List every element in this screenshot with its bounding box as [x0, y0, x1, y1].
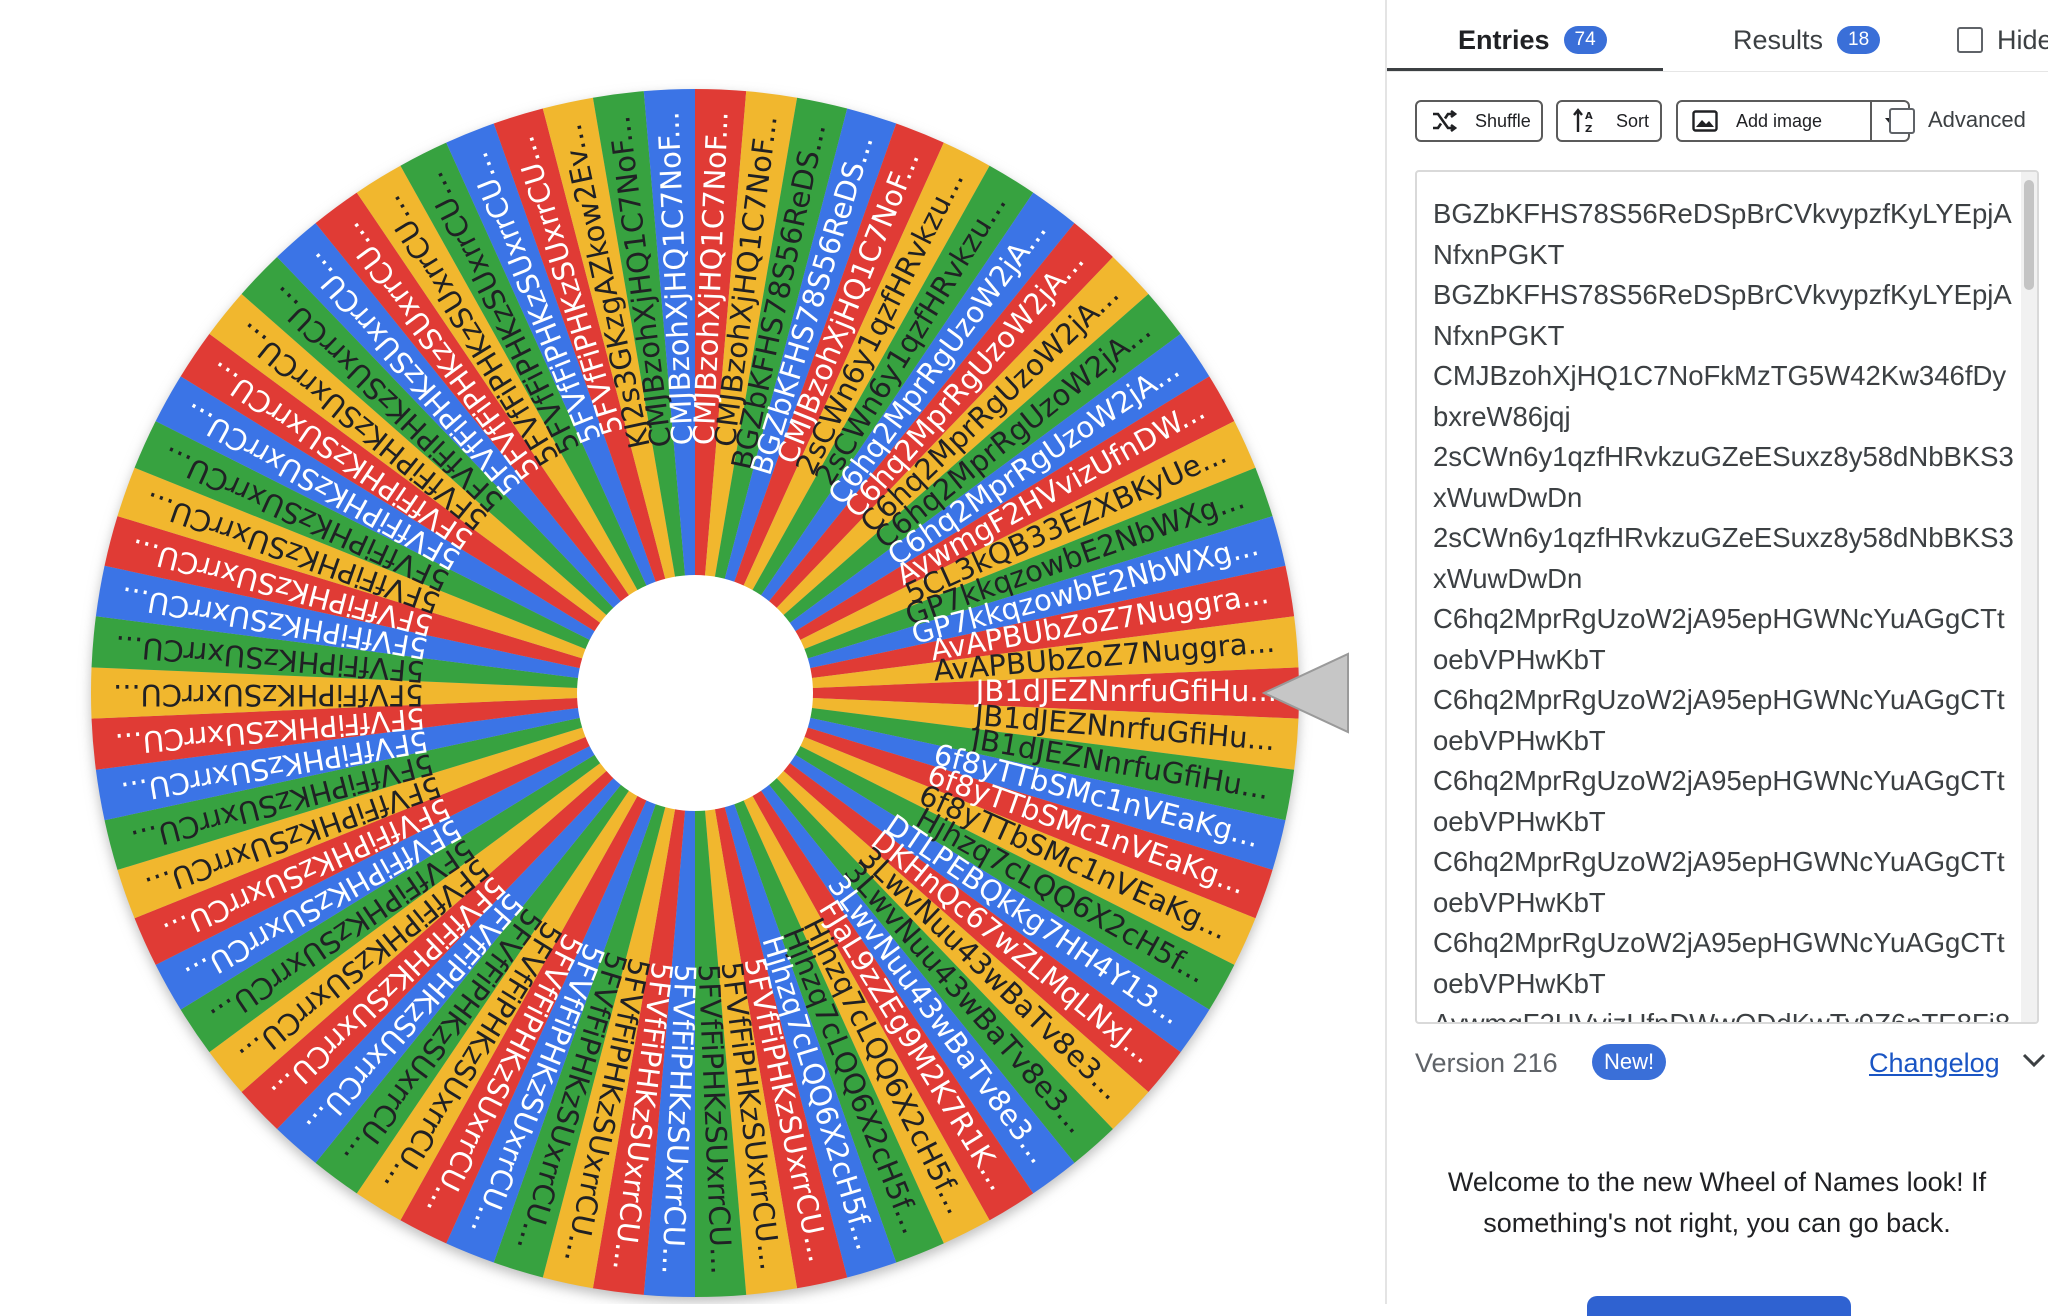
wheel-center-hole[interactable] [577, 575, 813, 811]
add-image-label: Add image [1736, 110, 1823, 131]
sort-label: Sort [1616, 110, 1650, 131]
sidebar: Entries 74 Results 18 Hide Shuffle A Z S… [1385, 0, 2048, 1316]
welcome-message: Welcome to the new Wheel of Names look! … [1447, 1167, 1987, 1238]
hide-checkbox[interactable] [1957, 27, 1983, 53]
entries-list: BGZbKFHS78S56ReDSpBrCVkvypzfKyLYEpjA Nfxn… [1433, 194, 2014, 1024]
chevron-down-icon[interactable] [2021, 1050, 2047, 1070]
name-wheel[interactable]: JB1dJEZNnrfuGfiHu...JB1dJEZNnrfuGfiHu...… [0, 0, 1385, 1304]
entry-line: AywmgF2HVvizUfnDWwQDdKwTy9Z6nTE8Fi8 [1433, 1008, 2011, 1024]
hide-label: Hide [1997, 24, 2048, 55]
entries-scrollbar[interactable] [2021, 172, 2037, 1022]
image-icon [1692, 110, 1718, 132]
entry-line: oebVPHwKbT [1433, 724, 1606, 756]
tab-bar: Entries 74 Results 18 Hide [1387, 0, 2048, 74]
add-image-button[interactable]: Add image [1676, 100, 1872, 142]
version-text: Version 216 [1415, 1048, 1558, 1078]
entry-line: oebVPHwKbT [1433, 886, 1606, 918]
entry-line: xWuwDwDn [1433, 562, 1583, 594]
tab-entries-label: Entries [1458, 24, 1550, 55]
entry-line: C6hq2MprRgUzoW2jA95epHGWNcYuAGgCTt [1433, 684, 2005, 715]
entry-line: NfxnPGKT [1433, 238, 1565, 270]
sort-icon: A Z [1573, 108, 1593, 134]
entries-count-badge: 74 [1563, 26, 1607, 54]
entry-line: bxreW86jqj [1433, 400, 1571, 432]
entry-line: xWuwDwDn [1433, 481, 1583, 513]
sort-button[interactable]: A Z Sort [1556, 100, 1662, 142]
wheel-pointer-icon [1262, 652, 1349, 734]
entries-textarea[interactable]: BGZbKFHS78S56ReDSpBrCVkvypzfKyLYEpjA Nfxn… [1415, 170, 2039, 1024]
entry-line: oebVPHwKbT [1433, 805, 1606, 837]
shuffle-label: Shuffle [1475, 110, 1531, 131]
entry-line: C6hq2MprRgUzoW2jA95epHGWNcYuAGgCTt [1433, 765, 2005, 796]
entry-line: C6hq2MprRgUzoW2jA95epHGWNcYuAGgCTt [1433, 927, 2005, 958]
changelog-link[interactable]: Changelog [1869, 1048, 2000, 1079]
svg-text:Z: Z [1585, 124, 1592, 134]
tab-divider [1387, 71, 2048, 72]
advanced-checkbox[interactable] [1889, 108, 1915, 134]
version-row: Version 216 New! Changelog [1415, 1040, 2046, 1084]
advanced-label: Advanced [1928, 107, 2026, 132]
entry-line: BGZbKFHS78S56ReDSpBrCVkvypzfKyLYEpjA [1433, 279, 2012, 310]
hide-toggle[interactable]: Hide [1957, 20, 2048, 60]
scrollbar-thumb[interactable] [2024, 180, 2034, 290]
entry-line: C6hq2MprRgUzoW2jA95epHGWNcYuAGgCTt [1433, 846, 2005, 877]
entry-line: 2sCWn6y1qzfHRvkzuGZeESuxz8y58dNbBKS3 [1433, 441, 2014, 472]
entry-line: CMJBzohXjHQ1C7NoFkMzTG5W42Kw346fDy [1433, 360, 2007, 391]
tab-results[interactable]: Results 18 [1733, 20, 1881, 60]
entry-line: C6hq2MprRgUzoW2jA95epHGWNcYuAGgCTt [1433, 603, 2005, 634]
tab-entries[interactable]: Entries 74 [1458, 20, 1607, 60]
svg-text:A: A [1585, 111, 1593, 122]
entry-line: oebVPHwKbT [1433, 643, 1606, 675]
shuffle-button[interactable]: Shuffle [1415, 100, 1543, 142]
entry-line: NfxnPGKT [1433, 319, 1565, 351]
new-badge: New! [1592, 1044, 1667, 1080]
results-count-badge: 18 [1837, 26, 1881, 54]
entry-line: BGZbKFHS78S56ReDSpBrCVkvypzfKyLYEpjA [1433, 198, 2012, 229]
go-back-button[interactable] [1587, 1296, 1851, 1316]
tab-results-label: Results [1733, 24, 1824, 55]
wheel-area[interactable]: JB1dJEZNnrfuGfiHu... JB1dJEZNnrfuGfiHu...… [0, 0, 1385, 1304]
entry-line: 2sCWn6y1qzfHRvkzuGZeESuxz8y58dNbBKS3 [1433, 522, 2014, 553]
shuffle-icon [1433, 110, 1457, 132]
entry-line: oebVPHwKbT [1433, 967, 1606, 999]
